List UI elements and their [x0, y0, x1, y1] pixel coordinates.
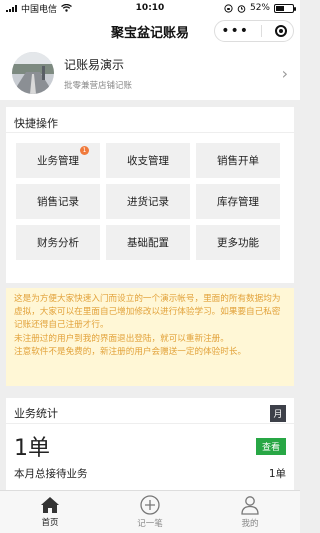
profile-subtitle: 批零兼营店铺记账 [64, 80, 133, 91]
chevron-right-icon: › [281, 63, 288, 83]
more-dots-icon[interactable]: ••• [221, 24, 249, 38]
business-stats-panel: 业务统计 月 1单 查看 本月总接待业务 1单 [6, 398, 294, 490]
signal-icon [6, 4, 17, 12]
plus-circle-icon [140, 495, 160, 515]
status-bar: 中国电信 10:10 52% [0, 0, 300, 16]
battery-percent: 52% [249, 3, 270, 13]
lock-rotation-icon [224, 3, 233, 13]
avatar [12, 52, 54, 94]
financial-analysis-button[interactable]: 财务分析 [16, 225, 100, 260]
month-button[interactable]: 月 [270, 404, 286, 422]
mini-program-capsule: ••• [214, 20, 294, 42]
wifi-icon [61, 4, 72, 12]
stats-title: 业务统计 [14, 407, 58, 420]
notice-line: 注意软件不是免费的，新注册的用户会赠送一定的体验时长。 [14, 346, 247, 357]
target-circle-icon[interactable] [274, 25, 287, 37]
home-icon [41, 497, 59, 513]
battery-icon [274, 3, 296, 13]
sales-order-button[interactable]: 销售开单 [196, 143, 280, 178]
profile-name: 记账易演示 [64, 57, 125, 72]
tab-label: 记一笔 [137, 519, 163, 529]
more-functions-button[interactable]: 更多功能 [196, 225, 280, 260]
quick-actions-panel: 快捷操作 业务管理 1 收支管理 销售开单 销售记录 进货记录 库存管理 财务分… [6, 107, 294, 283]
user-icon [241, 496, 259, 515]
tab-label: 首页 [41, 518, 59, 528]
business-management-button[interactable]: 业务管理 1 [16, 143, 100, 178]
capsule-divider [261, 25, 263, 37]
stats-footer-label: 本月总接待业务 [14, 468, 88, 480]
bottom-tab-bar: 首页 记一笔 我的 [0, 490, 300, 533]
notification-badge: 1 [80, 146, 89, 155]
tab-mine[interactable]: 我的 [200, 491, 300, 533]
tab-home[interactable]: 首页 [0, 491, 100, 533]
stats-footer-value: 1单 [268, 468, 286, 480]
nav-bar: 聚宝盆记账易 ••• [0, 16, 300, 46]
notice-line: 这是为方便大家快速入门而设立的一个演示帐号，里面的所有数据均为虚拟，大家可以在里… [14, 294, 281, 331]
view-button[interactable]: 查看 [256, 437, 286, 455]
quick-actions-grid: 业务管理 1 收支管理 销售开单 销售记录 进货记录 库存管理 财务分析 基础配… [6, 133, 294, 260]
notice-line: 未注册过的用户到我的界面退出登陆，就可以重新注册。 [14, 333, 229, 344]
clock: 10:10 [135, 3, 165, 13]
purchase-records-button[interactable]: 进货记录 [106, 184, 190, 219]
alarm-icon [237, 4, 246, 13]
basic-config-button[interactable]: 基础配置 [106, 225, 190, 260]
quick-actions-title: 快捷操作 [6, 107, 294, 133]
carrier-label: 中国电信 [21, 4, 58, 15]
profile-card[interactable]: 记账易演示 批零兼营店铺记账 › [0, 46, 300, 100]
income-expense-button[interactable]: 收支管理 [106, 143, 190, 178]
page-title: 聚宝盆记账易 [110, 25, 189, 41]
sales-records-button[interactable]: 销售记录 [16, 184, 100, 219]
tab-record[interactable]: 记一笔 [100, 491, 200, 533]
inventory-management-button[interactable]: 库存管理 [196, 184, 280, 219]
tab-label: 我的 [241, 519, 259, 529]
stats-count: 1单 [14, 436, 50, 461]
demo-notice: 这是为方便大家快速入门而设立的一个演示帐号，里面的所有数据均为虚拟，大家可以在里… [6, 288, 294, 386]
